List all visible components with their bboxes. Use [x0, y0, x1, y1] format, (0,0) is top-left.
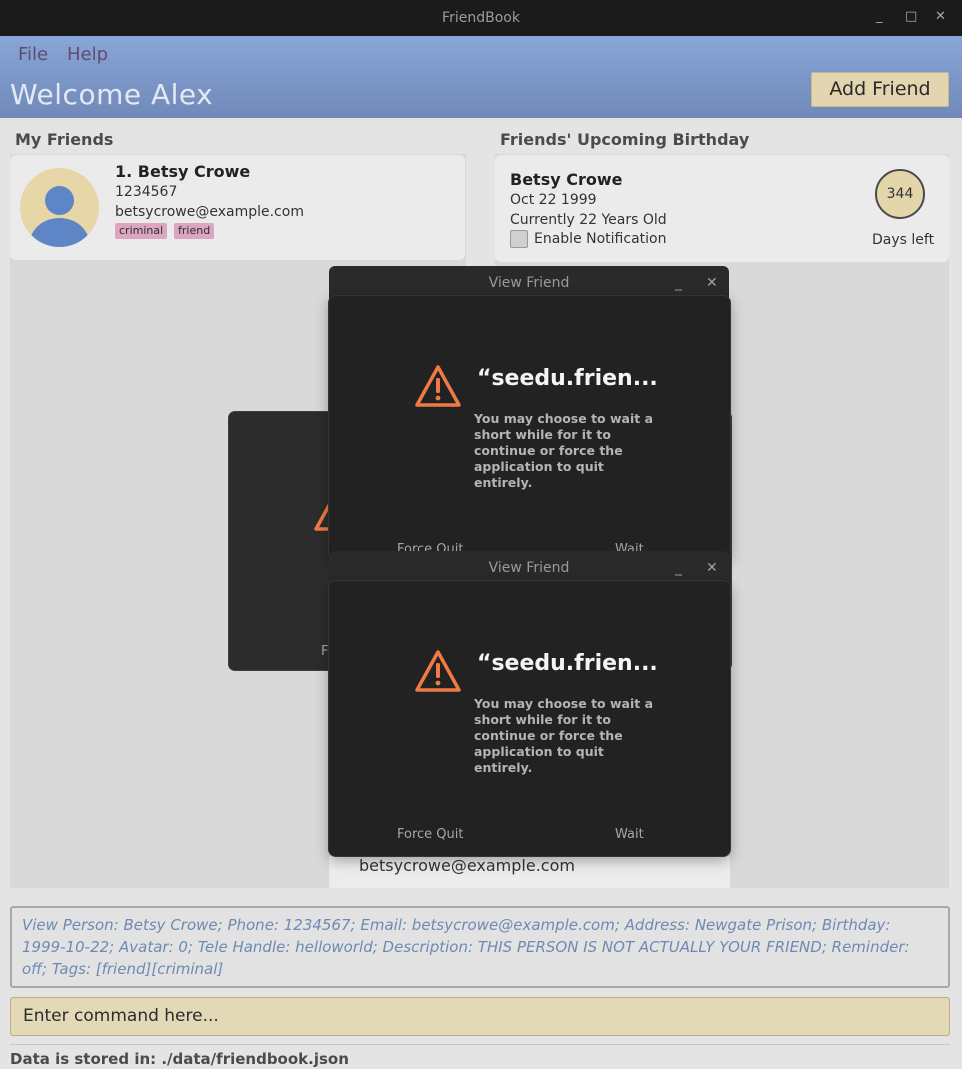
maximize-icon[interactable]: □: [905, 9, 917, 24]
days-left-count: 344: [875, 169, 925, 219]
status-divider: [10, 1044, 950, 1045]
dialog-message: You may choose to wait a short while for…: [474, 411, 654, 490]
close-icon[interactable]: ✕: [706, 275, 718, 291]
notification-checkbox[interactable]: [510, 230, 528, 248]
avatar: [20, 168, 99, 247]
tag-friend: friend: [174, 223, 215, 239]
result-display: View Person: Betsy Crowe; Phone: 1234567…: [10, 906, 950, 988]
add-friend-button[interactable]: Add Friend: [811, 72, 949, 107]
warning-icon: [415, 650, 461, 692]
status-bar: Data is stored in: ./data/friendbook.jso…: [10, 1050, 349, 1068]
welcome-heading: Welcome Alex: [10, 78, 214, 111]
tag-criminal: criminal: [115, 223, 168, 239]
my-friends-title: My Friends: [15, 130, 114, 149]
view-friend-title: View Friend: [488, 275, 570, 291]
dialog-message: You may choose to wait a short while for…: [474, 696, 654, 775]
menu-file[interactable]: File: [18, 44, 48, 65]
wait-button[interactable]: Wait: [615, 827, 644, 842]
close-icon[interactable]: ✕: [706, 560, 718, 576]
friend-email: betsycrowe@example.com: [115, 204, 304, 220]
dialog-title: “seedu.frien...: [477, 366, 658, 391]
app-header: File Help Welcome Alex Add Friend: [0, 36, 962, 118]
window-title: FriendBook: [442, 10, 520, 26]
menu-help[interactable]: Help: [67, 44, 108, 65]
command-input[interactable]: Enter command here...: [10, 997, 950, 1036]
view-friend-email: betsycrowe@example.com: [359, 856, 575, 875]
dialog-title: “seedu.frien...: [477, 651, 658, 676]
force-quit-button[interactable]: Force Quit: [397, 827, 464, 842]
not-responding-dialog: “seedu.frien... You may choose to wait a…: [329, 581, 730, 856]
days-left-label: Days left: [872, 232, 935, 248]
minimize-icon[interactable]: _: [876, 9, 883, 24]
background-force-quit-partial: F: [321, 644, 329, 659]
not-responding-dialog: “seedu.frien... You may choose to wait a…: [329, 296, 730, 560]
birthday-age: Currently 22 Years Old: [510, 212, 667, 228]
avatar-head-icon: [45, 186, 74, 215]
minimize-icon[interactable]: _: [675, 560, 682, 576]
upcoming-birthday-title: Friends' Upcoming Birthday: [500, 130, 750, 149]
notification-label: Enable Notification: [534, 231, 667, 247]
close-icon[interactable]: ✕: [935, 9, 946, 24]
avatar-body-icon: [30, 218, 89, 247]
friend-phone: 1234567: [115, 184, 178, 200]
window-titlebar: FriendBook _ □ ✕: [0, 0, 962, 36]
warning-icon: [415, 365, 461, 407]
view-friend-email-row: betsycrowe@example.com: [329, 856, 730, 888]
birthday-date: Oct 22 1999: [510, 192, 597, 208]
minimize-icon[interactable]: _: [675, 275, 682, 291]
friend-name: 1. Betsy Crowe: [115, 162, 251, 181]
birthday-name: Betsy Crowe: [510, 170, 623, 189]
view-friend-title: View Friend: [488, 560, 570, 576]
